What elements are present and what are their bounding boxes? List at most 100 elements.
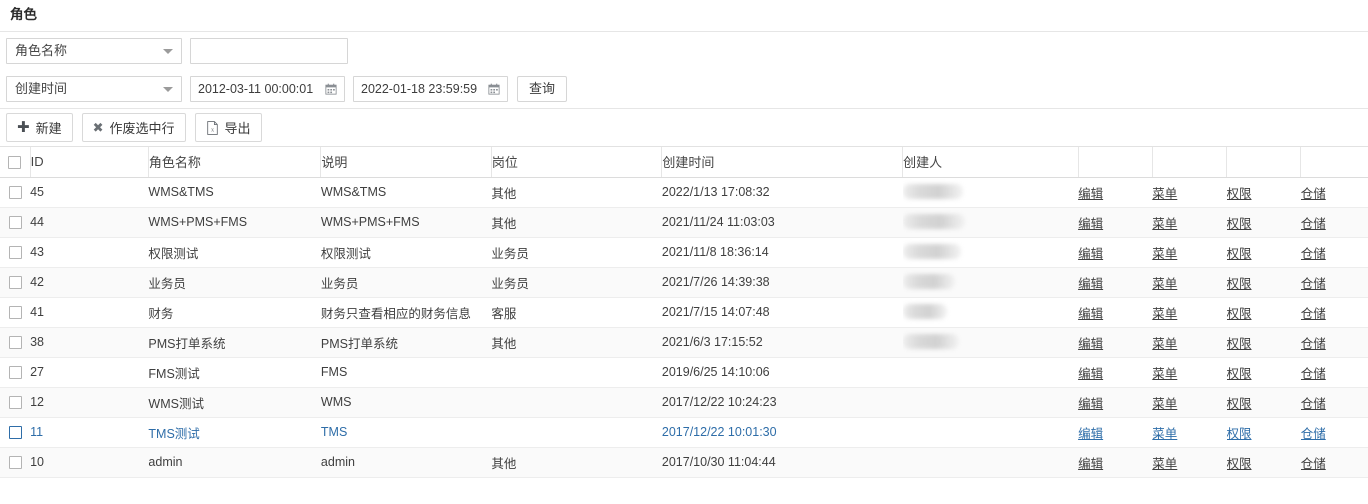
row-checkbox[interactable] [8,186,22,200]
export-button[interactable]: x 导出 [194,113,262,142]
row-action-cell[interactable]: 编辑 [1078,177,1153,208]
row-action-2-link[interactable]: 菜单 [1152,217,1177,231]
date-from-input[interactable]: 2012-03-11 00:00:01 [190,76,345,102]
row-action-cell[interactable]: 编辑 [1078,387,1153,418]
row-checkbox[interactable] [8,396,22,410]
row-select-cell[interactable] [0,387,31,418]
row-action-4-link[interactable]: 仓储 [1301,247,1326,261]
row-action-2-link[interactable]: 菜单 [1152,367,1177,381]
row-action-cell[interactable]: 权限 [1226,267,1301,298]
row-checkbox[interactable] [8,216,22,230]
row-action-3-link[interactable]: 权限 [1227,457,1252,471]
row-action-1-link[interactable]: 编辑 [1078,427,1103,441]
row-action-4-link[interactable]: 仓储 [1301,277,1326,291]
row-action-4-link[interactable]: 仓储 [1301,217,1326,231]
row-select-cell[interactable] [0,207,31,238]
table-row[interactable]: 43 权限测试 权限测试 业务员 2021/11/8 18:36:14 编辑 菜单 权限 仓储 [0,237,1368,268]
row-select-cell[interactable] [0,327,31,358]
row-action-cell[interactable]: 仓储 [1300,177,1368,208]
row-checkbox[interactable] [8,426,22,440]
row-action-2-link[interactable]: 菜单 [1152,457,1177,471]
table-row[interactable]: 27 FMS测试 FMS 2019/6/25 14:10:06 编辑 菜单 权限 仓储 [0,357,1368,388]
row-action-1-link[interactable]: 编辑 [1078,367,1103,381]
row-action-3-link[interactable]: 权限 [1227,217,1252,231]
row-action-3-link[interactable]: 权限 [1227,277,1252,291]
row-select-cell[interactable] [0,447,31,478]
table-row[interactable]: 42 业务员 业务员 业务员 2021/7/26 14:39:38 编辑 菜单 权限 仓储 [0,267,1368,298]
row-checkbox[interactable] [8,246,22,260]
table-row[interactable]: 44 WMS+PMS+FMS WMS+PMS+FMS 其他 2021/11/24 11:… [0,207,1368,238]
row-action-3-link[interactable]: 权限 [1227,427,1252,441]
row-action-cell[interactable]: 仓储 [1300,267,1368,298]
row-action-3-link[interactable]: 权限 [1227,187,1252,201]
row-checkbox[interactable] [8,306,22,320]
row-action-1-link[interactable]: 编辑 [1078,457,1103,471]
row-action-cell[interactable]: 菜单 [1152,357,1227,388]
row-action-4-link[interactable]: 仓储 [1301,307,1326,321]
row-action-cell[interactable]: 菜单 [1152,297,1227,328]
row-action-1-link[interactable]: 编辑 [1078,307,1103,321]
row-action-cell[interactable]: 仓储 [1300,237,1368,268]
row-action-cell[interactable]: 菜单 [1152,447,1227,478]
table-row[interactable]: 12 WMS测试 WMS 2017/12/22 10:24:23 编辑 菜单 权限 仓储 [0,387,1368,418]
row-action-1-link[interactable]: 编辑 [1078,247,1103,261]
row-select-cell[interactable] [0,297,31,328]
query-button[interactable]: 查询 [517,76,568,102]
row-action-cell[interactable]: 仓储 [1300,387,1368,418]
row-action-cell[interactable]: 菜单 [1152,177,1227,208]
row-action-3-link[interactable]: 权限 [1227,397,1252,411]
row-action-1-link[interactable]: 编辑 [1078,277,1103,291]
create-time-field-select[interactable]: 创建时间 [6,76,182,102]
row-action-cell[interactable]: 权限 [1226,297,1301,328]
row-action-cell[interactable]: 仓储 [1300,447,1368,478]
row-action-4-link[interactable]: 仓储 [1301,427,1326,441]
table-header-id[interactable]: ID [30,147,149,178]
row-action-cell[interactable]: 仓储 [1300,297,1368,328]
date-to-input[interactable]: 2022-01-18 23:59:59 [353,76,508,102]
row-action-cell[interactable]: 编辑 [1078,267,1153,298]
table-header-name[interactable]: 角色名称 [148,147,322,178]
row-action-2-link[interactable]: 菜单 [1152,247,1177,261]
row-action-2-link[interactable]: 菜单 [1152,427,1177,441]
row-action-cell[interactable]: 菜单 [1152,237,1227,268]
row-action-4-link[interactable]: 仓储 [1301,367,1326,381]
row-action-3-link[interactable]: 权限 [1227,337,1252,351]
row-action-cell[interactable]: 编辑 [1078,417,1153,448]
row-action-1-link[interactable]: 编辑 [1078,217,1103,231]
row-select-cell[interactable] [0,417,31,448]
row-action-cell[interactable]: 编辑 [1078,237,1153,268]
table-header-post[interactable]: 岗位 [491,147,663,178]
row-action-cell[interactable]: 权限 [1226,447,1301,478]
row-action-2-link[interactable]: 菜单 [1152,187,1177,201]
row-action-1-link[interactable]: 编辑 [1078,187,1103,201]
table-header-author[interactable]: 创建人 [902,147,1079,178]
calendar-icon[interactable] [325,83,337,95]
row-select-cell[interactable] [0,237,31,268]
row-action-3-link[interactable]: 权限 [1227,247,1252,261]
row-action-4-link[interactable]: 仓储 [1301,187,1326,201]
row-action-cell[interactable]: 仓储 [1300,207,1368,238]
table-header-time[interactable]: 创建时间 [661,147,904,178]
row-action-cell[interactable]: 仓储 [1300,357,1368,388]
role-name-field-select[interactable]: 角色名称 [6,38,182,64]
role-name-search-input[interactable] [190,38,348,64]
row-action-4-link[interactable]: 仓储 [1301,337,1326,351]
row-action-cell[interactable]: 菜单 [1152,387,1227,418]
table-row[interactable]: 45 WMS&TMS WMS&TMS 其他 2022/1/13 17:08:32 编辑 菜单… [0,177,1368,208]
row-action-cell[interactable]: 菜单 [1152,417,1227,448]
table-header-select-all[interactable] [0,147,31,178]
row-action-cell[interactable]: 仓储 [1300,327,1368,358]
table-row[interactable]: 10 admin admin 其他 2017/10/30 11:04:44 编辑 菜单 权限仓… [0,447,1368,478]
row-action-3-link[interactable]: 权限 [1227,367,1252,381]
table-row[interactable]: 11 TMS测试 TMS 2017/12/22 10:01:30 编辑 菜单 权限 仓储 [0,417,1368,448]
row-action-4-link[interactable]: 仓储 [1301,397,1326,411]
table-row[interactable]: 41 财务 财务只查看相应的财务信息 客服 2021/7/15 14:07:48 编辑 菜单… [0,297,1368,328]
row-action-2-link[interactable]: 菜单 [1152,307,1177,321]
row-action-cell[interactable]: 权限 [1226,357,1301,388]
row-action-2-link[interactable]: 菜单 [1152,337,1177,351]
row-action-4-link[interactable]: 仓储 [1301,457,1326,471]
row-checkbox[interactable] [8,276,22,290]
row-action-cell[interactable]: 权限 [1226,177,1301,208]
row-action-1-link[interactable]: 编辑 [1078,397,1103,411]
row-select-cell[interactable] [0,177,31,208]
